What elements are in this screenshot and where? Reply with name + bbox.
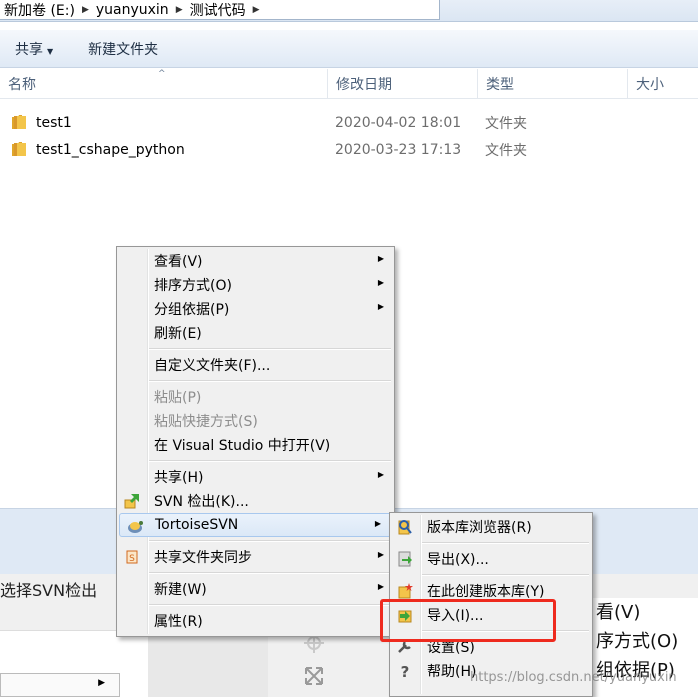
column-type-label: 类型 [486, 77, 514, 93]
menu-item-group-by[interactable]: 分组依据(P) ▶ [117, 297, 394, 321]
menu-item-label: 排序方式(O) [154, 278, 232, 294]
submenu-arrow-icon: ▶ [377, 254, 384, 263]
highlight-box-annotation [380, 599, 556, 642]
menu-item-label: 导出(X)... [427, 552, 489, 568]
breadcrumb-folder-user[interactable]: yuanyuxin [92, 2, 173, 18]
breadcrumb-folder-current[interactable]: 测试代码 [186, 0, 250, 20]
folder-icon [12, 115, 26, 129]
column-size-label: 大小 [636, 77, 664, 93]
menu-item-label: 属性(R) [154, 614, 203, 630]
menu-item-view[interactable]: 查看(V) ▶ [117, 249, 394, 273]
menu-item-label: 粘贴(P) [154, 390, 202, 406]
menu-item-label: 粘贴快捷方式(S) [154, 414, 258, 430]
menu-item-label: TortoiseSVN [155, 517, 239, 533]
column-header-size[interactable]: 大小 [628, 69, 698, 99]
submenu-arrow-icon: ▶ [377, 470, 384, 479]
menu-separator [390, 539, 592, 547]
menu-item-new[interactable]: 新建(W) ▶ [117, 577, 394, 601]
menu-item-properties[interactable]: 属性(R) [117, 609, 394, 633]
menu-separator [117, 537, 394, 545]
menu-item-tortoisesvn[interactable]: TortoiseSVN ▶ [119, 513, 392, 537]
address-bar[interactable]: 新加卷 (E:) ▶ yuanyuxin ▶ 测试代码 ▶ [0, 0, 698, 22]
share-button[interactable]: 共享 ▼ [15, 39, 53, 59]
menu-item-customize-folder[interactable]: 自定义文件夹(F)... [117, 353, 394, 377]
file-row[interactable]: test1 2020-04-02 18:01 文件夹 [0, 111, 698, 135]
column-header-date[interactable]: 修改日期 [328, 69, 478, 99]
share-button-label: 共享 [15, 41, 43, 58]
menu-item-label: 版本库浏览器(R) [427, 520, 532, 536]
menu-item-refresh[interactable]: 刷新(E) [117, 321, 394, 345]
menu-item-label: 分组依据(P) [154, 302, 230, 318]
svn-checkout-icon [124, 494, 139, 509]
dropdown-arrow-icon: ▼ [47, 46, 54, 56]
submenu-arrow-icon: ▶ [98, 678, 105, 688]
column-header-type[interactable]: 类型 [478, 69, 628, 99]
menu-item-share[interactable]: 共享(H) ▶ [117, 465, 394, 489]
breadcrumb-chevron-icon[interactable]: ▶ [173, 5, 186, 15]
column-name-label: 名称 [8, 77, 36, 93]
menu-item-label: 新建(W) [154, 582, 207, 598]
menu-item-export[interactable]: 导出(X)... [390, 547, 592, 571]
menu-separator [390, 571, 592, 579]
breadcrumb-chevron-icon[interactable]: ▶ [79, 5, 92, 15]
menu-item-paste-shortcut: 粘贴快捷方式(S) [117, 409, 394, 433]
menu-item-label: SVN 检出(K)... [154, 494, 249, 510]
menu-item-label: 共享文件夹同步 [154, 550, 252, 566]
menu-item-open-in-visual-studio[interactable]: 在 Visual Studio 中打开(V) [117, 433, 394, 457]
submenu-arrow-icon: ▶ [377, 582, 384, 591]
sync-shared-folder-icon: S [126, 550, 138, 564]
menu-separator [117, 601, 394, 609]
file-row[interactable]: test1_cshape_python 2020-03-23 17:13 文件夹 [0, 138, 698, 162]
tortoisesvn-icon [128, 521, 143, 533]
svg-text:S: S [129, 554, 135, 564]
menu-item-sort-by[interactable]: 排序方式(O) ▶ [117, 273, 394, 297]
breadcrumb-drive[interactable]: 新加卷 (E:) [0, 0, 79, 20]
background-window-label: 选择SVN检出 [0, 581, 98, 600]
menu-separator [117, 569, 394, 577]
file-type: 文件夹 [485, 143, 527, 159]
export-icon [398, 551, 412, 567]
file-date: 2020-03-23 17:13 [335, 142, 462, 158]
column-date-label: 修改日期 [336, 77, 392, 93]
column-header-name[interactable]: 名称 [0, 69, 328, 99]
submenu-arrow-icon: ▶ [377, 302, 384, 311]
svg-text:?: ? [401, 663, 410, 680]
menu-item-svn-checkout[interactable]: SVN 检出(K)... [117, 489, 394, 513]
menu-item-paste: 粘贴(P) [117, 385, 394, 409]
create-repo-icon [398, 583, 413, 599]
file-name: test1_cshape_python [36, 142, 185, 158]
new-folder-button[interactable]: 新建文件夹 [88, 39, 158, 59]
submenu-arrow-icon: ▶ [374, 519, 381, 528]
menu-item-label: 在此创建版本库(Y) [427, 584, 545, 600]
menu-item-label: 在 Visual Studio 中打开(V) [154, 438, 331, 454]
menu-item-label: 自定义文件夹(F)... [154, 358, 271, 374]
background-menu-item: 序方式(O) [596, 631, 679, 652]
background-menu-item: ▶ [0, 673, 120, 697]
command-bar: 共享 ▼ 新建文件夹 [0, 30, 698, 68]
menu-item-repo-browser[interactable]: 版本库浏览器(R) [390, 515, 592, 539]
file-type: 文件夹 [485, 116, 527, 132]
repo-browser-icon [398, 520, 412, 535]
background-menu-item: 看(V) [596, 602, 641, 623]
menu-separator [117, 377, 394, 385]
context-menu: 查看(V) ▶ 排序方式(O) ▶ 分组依据(P) ▶ 刷新(E) 自定义文件夹(F)… [116, 246, 395, 637]
file-name: test1 [36, 115, 72, 131]
breadcrumb-chevron-icon[interactable]: ▶ [250, 5, 263, 15]
menu-item-sync-shared-folder[interactable]: S 共享文件夹同步 ▶ [117, 545, 394, 569]
menu-item-label: 刷新(E) [154, 326, 202, 342]
breadcrumb[interactable]: 新加卷 (E:) ▶ yuanyuxin ▶ 测试代码 ▶ [0, 0, 440, 20]
column-header-row: ^ 名称 修改日期 类型 大小 [0, 69, 698, 99]
help-icon: ? [401, 663, 410, 680]
submenu-arrow-icon: ▶ [377, 278, 384, 287]
menu-separator [117, 345, 394, 353]
watermark: https://blog.csdn.net/yuanyuxin [470, 670, 677, 685]
menu-item-label: 共享(H) [154, 470, 204, 486]
menu-separator [117, 457, 394, 465]
folder-icon [12, 142, 26, 156]
menu-item-label: 查看(V) [154, 254, 203, 270]
move-arrows-icon [305, 667, 323, 685]
file-date: 2020-04-02 18:01 [335, 115, 462, 131]
submenu-arrow-icon: ▶ [377, 550, 384, 559]
